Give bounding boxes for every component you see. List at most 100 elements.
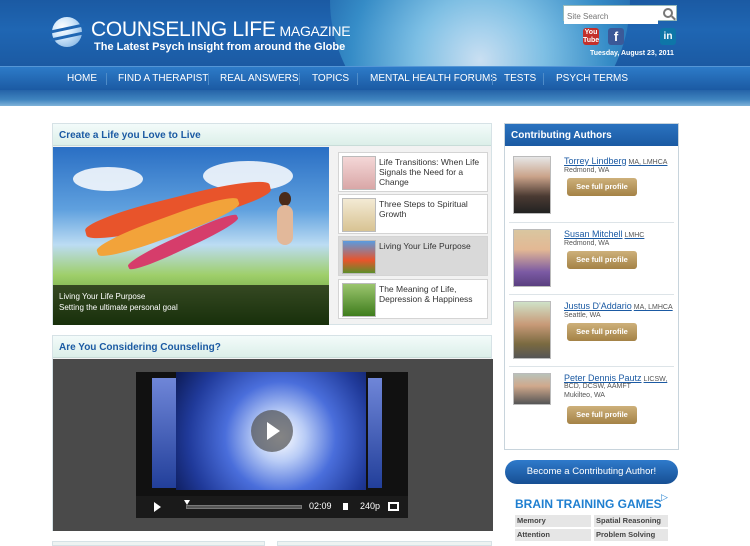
current-date: Tuesday, August 23, 2011 bbox=[590, 50, 674, 57]
feature-caption[interactable]: Living Your Life Purpose Setting the ult… bbox=[53, 285, 329, 325]
panel-edge bbox=[52, 541, 265, 546]
jumping-woman-image bbox=[279, 192, 291, 206]
author-name-link[interactable]: Justus D'Addario MA, LMHCA bbox=[564, 301, 673, 311]
site-search[interactable] bbox=[563, 5, 677, 24]
video-panel-title: Are You Considering Counseling? bbox=[59, 342, 221, 353]
avatar[interactable] bbox=[513, 156, 551, 214]
authors-header: Contributing Authors bbox=[505, 124, 678, 146]
see-profile-button[interactable]: See full profile bbox=[567, 323, 637, 341]
author-credentials: MA, LMHCA bbox=[633, 304, 673, 311]
adchoices-icon[interactable]: ▷ bbox=[661, 492, 668, 503]
author-location: Redmond, WA bbox=[564, 240, 610, 247]
avatar[interactable] bbox=[513, 229, 551, 287]
author-card: Peter Dennis Pautz LICSW, BCD, DCSW, AAMF… bbox=[509, 369, 674, 437]
facebook-icon[interactable]: f bbox=[608, 28, 624, 45]
play-button[interactable] bbox=[251, 410, 293, 452]
game-link-problem-solving[interactable]: Problem Solving bbox=[594, 529, 668, 541]
authors-title: Contributing Authors bbox=[511, 130, 612, 141]
article-thumbnail bbox=[342, 283, 376, 317]
volume-icon[interactable] bbox=[343, 503, 348, 510]
nav-separator bbox=[299, 73, 300, 85]
author-credentials: BCD, DCSW, AAMFT bbox=[564, 383, 631, 390]
site-logo-text[interactable]: COUNSELING LIFE MAGAZINE bbox=[91, 18, 351, 42]
nav-find-a-therapist[interactable]: FIND A THERAPIST bbox=[118, 73, 208, 84]
globe-logo-icon[interactable] bbox=[52, 17, 82, 47]
nav-separator bbox=[357, 73, 358, 85]
nav-psych-terms[interactable]: PSYCH TERMS bbox=[556, 73, 628, 84]
contributing-authors-panel: Contributing Authors Torrey Lindberg MA, … bbox=[504, 123, 679, 450]
play-icon[interactable] bbox=[154, 502, 161, 512]
nav-real-answers[interactable]: REAL ANSWERS bbox=[220, 73, 299, 84]
article-item[interactable]: Living Your Life Purpose bbox=[338, 236, 488, 276]
youtube-icon[interactable]: You Tube bbox=[583, 28, 599, 45]
article-title: Life Transitions: When Life Signals the … bbox=[379, 157, 480, 187]
video-player[interactable]: 02:09 240p bbox=[136, 372, 408, 518]
author-location: Redmond, WA bbox=[564, 167, 610, 174]
main-nav: HOME FIND A THERAPIST REAL ANSWERS TOPIC… bbox=[0, 66, 750, 90]
search-input[interactable] bbox=[564, 9, 658, 24]
nav-home[interactable]: HOME bbox=[67, 73, 97, 84]
video-controls: 02:09 240p bbox=[136, 496, 408, 518]
nav-separator bbox=[208, 73, 209, 85]
video-panel-header: Are You Considering Counseling? bbox=[53, 336, 491, 358]
author-divider bbox=[509, 366, 674, 367]
nav-mental-health-forums[interactable]: MENTAL HEALTH FORUMS bbox=[370, 73, 497, 84]
cloud bbox=[73, 167, 143, 191]
see-profile-button[interactable]: See full profile bbox=[567, 251, 637, 269]
progress-knob-icon[interactable] bbox=[184, 500, 190, 505]
see-profile-button[interactable]: See full profile bbox=[567, 178, 637, 196]
author-card: Justus D'Addario MA, LMHCA Seattle, WA Se… bbox=[509, 297, 674, 365]
nav-separator bbox=[492, 73, 493, 85]
jumping-woman-image bbox=[277, 205, 293, 245]
article-thumbnail bbox=[342, 198, 376, 232]
avatar[interactable] bbox=[513, 301, 551, 359]
header-band bbox=[0, 90, 750, 106]
article-item[interactable]: Life Transitions: When Life Signals the … bbox=[338, 152, 488, 192]
video-quality[interactable]: 240p bbox=[360, 501, 380, 511]
site-tagline: The Latest Psych Insight from around the… bbox=[94, 41, 346, 53]
author-credentials: LICSW, bbox=[643, 376, 668, 383]
article-title: Three Steps to Spiritual Growth bbox=[379, 199, 468, 219]
article-item[interactable]: Three Steps to Spiritual Growth bbox=[338, 194, 488, 234]
feature-panel-header: Create a Life you Love to Live bbox=[53, 124, 491, 146]
author-name-link[interactable]: Susan Mitchell LMHC bbox=[564, 229, 644, 239]
game-link-memory[interactable]: Memory bbox=[515, 515, 591, 527]
panel-edge bbox=[277, 541, 492, 546]
author-credentials: MA, LMHCA bbox=[628, 159, 668, 166]
become-author-button[interactable]: Become a Contributing Author! bbox=[505, 460, 678, 484]
video-panel: Are You Considering Counseling? 02:09 24… bbox=[52, 335, 493, 531]
article-title: Living Your Life Purpose bbox=[379, 241, 471, 251]
site-header: COUNSELING LIFE MAGAZINE The Latest Psych… bbox=[0, 0, 750, 66]
author-divider bbox=[509, 222, 674, 223]
feature-panel-title: Create a Life you Love to Live bbox=[59, 130, 201, 141]
game-link-attention[interactable]: Attention bbox=[515, 529, 591, 541]
author-location: Mukilteo, WA bbox=[564, 392, 605, 399]
search-icon[interactable] bbox=[663, 8, 673, 18]
author-credentials: LMHC bbox=[624, 232, 645, 239]
avatar[interactable] bbox=[513, 373, 551, 405]
nav-separator bbox=[543, 73, 544, 85]
nav-tests[interactable]: TESTS bbox=[504, 73, 536, 84]
author-name-link[interactable]: Torrey Lindberg MA, LMHCA bbox=[564, 156, 667, 166]
see-profile-button[interactable]: See full profile bbox=[567, 406, 637, 424]
article-item[interactable]: The Meaning of Life, Depression & Happin… bbox=[338, 279, 488, 319]
brand-suffix: MAGAZINE bbox=[279, 23, 351, 39]
nav-topics[interactable]: TOPICS bbox=[312, 73, 349, 84]
feature-caption-title: Living Your Life Purpose bbox=[59, 292, 146, 301]
feature-caption-subtitle: Setting the ultimate personal goal bbox=[59, 303, 178, 312]
article-title: The Meaning of Life, Depression & Happin… bbox=[379, 284, 473, 304]
fullscreen-icon[interactable] bbox=[388, 502, 399, 511]
game-link-spatial-reasoning[interactable]: Spatial Reasoning bbox=[594, 515, 668, 527]
nav-separator bbox=[106, 73, 107, 85]
brain-training-title[interactable]: BRAIN TRAINING GAMES bbox=[515, 497, 662, 511]
linkedin-icon[interactable]: in bbox=[660, 28, 676, 45]
author-card: Susan Mitchell LMHC Redmond, WA See full … bbox=[509, 225, 674, 293]
article-thumbnail bbox=[342, 240, 376, 274]
author-location: Seattle, WA bbox=[564, 312, 601, 319]
video-time: 02:09 bbox=[309, 501, 332, 511]
feature-panel: Create a Life you Love to Live Living Yo… bbox=[52, 123, 492, 325]
article-thumbnail bbox=[342, 156, 376, 190]
feature-image[interactable]: Living Your Life Purpose Setting the ult… bbox=[53, 147, 329, 325]
author-name-link[interactable]: Peter Dennis Pautz LICSW, bbox=[564, 373, 667, 383]
progress-bar[interactable] bbox=[184, 500, 302, 509]
